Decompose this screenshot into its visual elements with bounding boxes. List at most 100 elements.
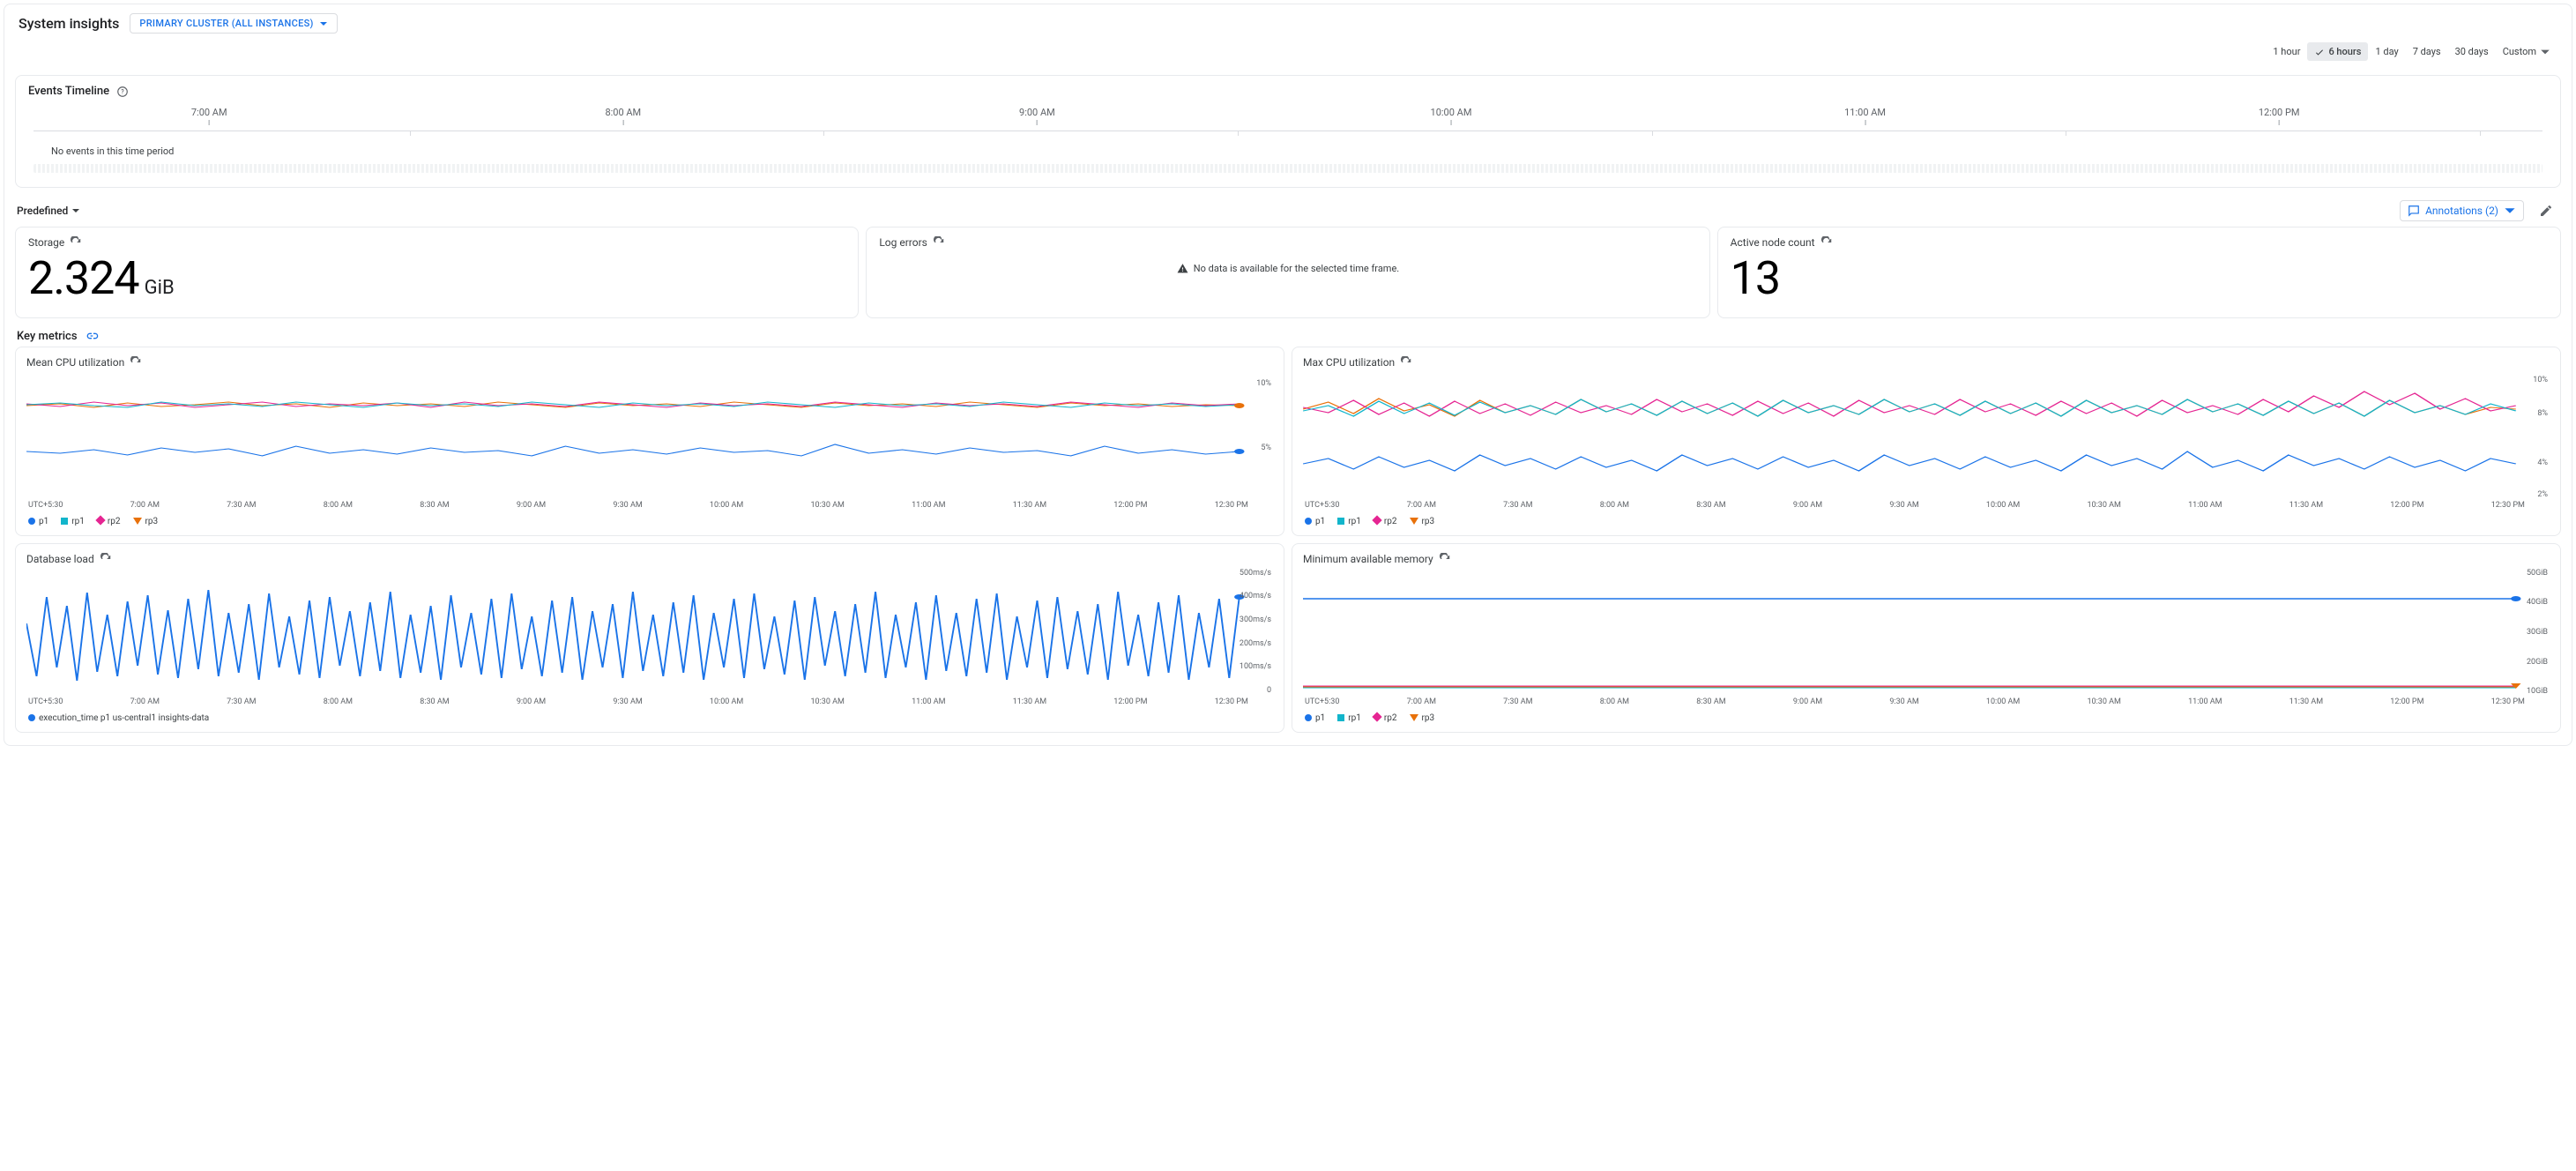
x-tick: 8:30 AM <box>420 501 449 510</box>
annotation-icon <box>2408 205 2420 217</box>
x-tick: 12:00 PM <box>1113 501 1147 510</box>
chart-legend: p1 rp1 rp2 rp3 <box>1303 510 2550 528</box>
x-tick: 12:00 PM <box>1113 697 1147 706</box>
min-memory-chart: Minimum available memory 50GiB 40GiB 30G… <box>1292 543 2561 733</box>
refresh-icon[interactable] <box>1820 236 1833 249</box>
x-tick: 10:00 AM <box>1986 697 2020 706</box>
x-tick: 9:30 AM <box>1889 501 1918 510</box>
chart-plot[interactable]: 500ms/s 400ms/s 300ms/s 200ms/s 100ms/s … <box>26 571 1273 694</box>
chevron-down-icon <box>319 19 328 28</box>
chart-legend: execution_time p1 us-central1 insights-d… <box>26 706 1273 725</box>
legend-item[interactable]: p1 <box>28 517 48 526</box>
x-tick: 11:00 AM <box>912 501 945 510</box>
cluster-selector[interactable]: PRIMARY CLUSTER (ALL INSTANCES) <box>130 13 337 34</box>
chart-legend: p1 rp1 rp2 rp3 <box>1303 706 2550 725</box>
x-tick: 10:30 AM <box>811 501 845 510</box>
x-tick: 12:30 PM <box>2491 501 2525 510</box>
time-range-7days[interactable]: 7 days <box>2406 42 2448 61</box>
pencil-icon <box>2539 204 2553 218</box>
legend-item[interactable]: execution_time p1 us-central1 insights-d… <box>28 713 209 723</box>
check-icon <box>2314 47 2325 57</box>
chart-plot[interactable]: 10% 5% <box>26 374 1273 497</box>
legend-item[interactable]: rp3 <box>133 517 159 526</box>
timeline-minor-ticks <box>34 131 2542 137</box>
x-tick: 8:30 AM <box>420 697 449 706</box>
refresh-icon[interactable] <box>1400 356 1412 369</box>
refresh-icon[interactable] <box>100 553 112 565</box>
refresh-icon[interactable] <box>1439 553 1451 565</box>
time-range-custom[interactable]: Custom <box>2496 42 2557 61</box>
x-tick: 11:00 AM <box>2188 501 2222 510</box>
svg-text:?: ? <box>121 88 124 95</box>
x-tick: 9:00 AM <box>1793 697 1822 706</box>
link-icon[interactable] <box>85 329 99 343</box>
tz-label: UTC+5:30 <box>28 501 63 510</box>
x-tick: 7:00 AM <box>1407 697 1436 706</box>
time-range-6hours[interactable]: 6 hours <box>2307 42 2368 61</box>
legend-item[interactable]: rp3 <box>1410 517 1435 526</box>
chart-plot[interactable]: 10% 8% 4% 2% <box>1303 374 2550 497</box>
legend-item[interactable]: rp1 <box>1337 713 1361 723</box>
tz-label: UTC+5:30 <box>1305 697 1339 706</box>
y-tick: 10% <box>1256 379 1271 388</box>
log-errors-nodata: No data is available for the selected ti… <box>1194 263 1399 274</box>
y-tick: 2% <box>2537 490 2548 499</box>
x-tick: 9:30 AM <box>613 697 642 706</box>
refresh-icon[interactable] <box>933 236 945 249</box>
x-axis: UTC+5:30 7:00 AM7:30 AM8:00 AM8:30 AM9:0… <box>1303 694 2550 706</box>
x-tick: 10:30 AM <box>2088 501 2121 510</box>
legend-item[interactable]: rp3 <box>1410 713 1435 723</box>
chart-plot[interactable]: 50GiB 40GiB 30GiB 20GiB 10GiB <box>1303 571 2550 694</box>
time-range-1day[interactable]: 1 day <box>2368 42 2405 61</box>
x-tick: 11:30 AM <box>1013 501 1046 510</box>
legend-item[interactable]: rp2 <box>1374 713 1397 723</box>
timeline-tick-label: 11:00 AM <box>1844 107 1886 118</box>
legend-item[interactable]: rp2 <box>97 517 121 526</box>
chevron-down-icon <box>2504 205 2516 217</box>
legend-item[interactable]: rp1 <box>1337 517 1361 526</box>
x-tick: 9:30 AM <box>613 501 642 510</box>
active-nodes-value: 13 <box>1731 256 1780 302</box>
x-tick: 8:00 AM <box>324 501 353 510</box>
legend-item[interactable]: p1 <box>1305 713 1325 723</box>
y-tick: 400ms/s <box>1240 592 1271 600</box>
x-tick: 9:30 AM <box>1889 697 1918 706</box>
x-tick: 9:00 AM <box>517 501 546 510</box>
timeline-tick-label: 10:00 AM <box>1431 107 1472 118</box>
y-tick: 50GiB <box>2527 569 2548 578</box>
predefined-dropdown[interactable]: Predefined <box>17 205 80 217</box>
database-load-chart: Database load 500ms/s 400ms/s 300ms/s 20… <box>15 543 1284 733</box>
y-tick: 10GiB <box>2527 687 2548 696</box>
time-range-1hour[interactable]: 1 hour <box>2266 42 2307 61</box>
refresh-icon[interactable] <box>70 236 82 249</box>
storage-label: Storage <box>28 236 64 249</box>
refresh-icon[interactable] <box>130 356 142 369</box>
legend-item[interactable]: rp2 <box>1374 517 1397 526</box>
x-tick: 11:30 AM <box>2289 697 2323 706</box>
x-tick: 7:30 AM <box>227 697 256 706</box>
chevron-down-icon <box>2540 47 2550 57</box>
events-timeline-card: Events Timeline ? 7:00 AM 8:00 AM 9:00 A… <box>15 75 2561 188</box>
timeline-track <box>34 164 2542 173</box>
x-tick: 10:00 AM <box>710 697 743 706</box>
x-tick: 8:00 AM <box>324 697 353 706</box>
legend-item[interactable]: rp1 <box>61 517 85 526</box>
annotations-button[interactable]: Annotations (2) <box>2400 200 2524 221</box>
log-errors-label: Log errors <box>879 236 927 249</box>
y-tick: 0 <box>1267 686 1271 695</box>
key-metrics-title: Key metrics <box>17 330 78 343</box>
timeline-tick-label: 12:00 PM <box>2259 107 2300 118</box>
x-tick: 10:00 AM <box>1986 501 2020 510</box>
x-tick: 8:30 AM <box>1696 501 1725 510</box>
max-cpu-chart: Max CPU utilization 10% 8% 4% 2% UTC+5:3… <box>1292 347 2561 536</box>
y-tick: 10% <box>2533 376 2548 384</box>
timeline-tick-label: 7:00 AM <box>191 107 227 118</box>
y-tick: 8% <box>2537 409 2548 418</box>
time-range-30days[interactable]: 30 days <box>2448 42 2496 61</box>
chart-title: Max CPU utilization <box>1303 356 1395 369</box>
help-icon[interactable]: ? <box>116 86 129 98</box>
x-tick: 8:00 AM <box>1600 501 1629 510</box>
x-axis: UTC+5:30 7:00 AM7:30 AM8:00 AM8:30 AM9:0… <box>1303 497 2550 510</box>
legend-item[interactable]: p1 <box>1305 517 1325 526</box>
edit-button[interactable] <box>2533 204 2559 218</box>
